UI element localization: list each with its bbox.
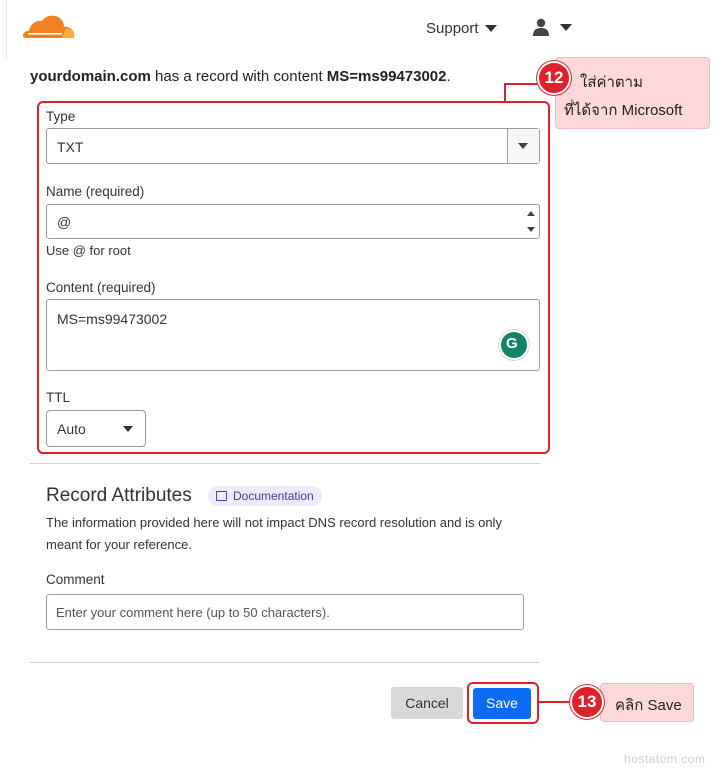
step-13-text: คลิก Save — [615, 697, 682, 714]
comment-label: Comment — [46, 572, 105, 587]
comment-input[interactable]: Enter your comment here (up to 50 charac… — [46, 594, 524, 630]
record-attributes-title: Record Attributes — [46, 485, 192, 506]
divider — [30, 662, 540, 663]
cloudflare-logo[interactable] — [22, 14, 76, 45]
step-12-badge: 12 — [537, 61, 571, 95]
domain-name: yourdomain.com — [30, 68, 151, 85]
record-summary: yourdomain.com has a record with content… — [30, 68, 451, 85]
caret-down-icon — [560, 23, 572, 31]
step-12-text-line1: ใส่ค่าตาม — [580, 74, 643, 91]
callout-connector — [504, 83, 540, 85]
summary-period: . — [446, 68, 451, 85]
documentation-label: Documentation — [233, 489, 314, 503]
callout-connector — [537, 701, 573, 703]
divider — [30, 463, 540, 464]
divider — [6, 0, 7, 60]
caret-down-icon — [484, 25, 497, 32]
callout-connector — [504, 83, 506, 102]
book-icon — [216, 491, 227, 501]
documentation-link[interactable]: Documentation — [208, 486, 322, 506]
support-label: Support — [426, 20, 479, 37]
record-content: MS=ms99473002 — [326, 68, 447, 85]
step-13-callout: คลิก Save — [600, 683, 694, 722]
top-bar — [0, 0, 720, 60]
cancel-button[interactable]: Cancel — [391, 687, 463, 719]
summary-text: has a record with content — [150, 68, 327, 85]
save-highlight — [467, 682, 539, 724]
step-12-callout: ใส่ค่าตาม ที่ได้จาก Microsoft — [555, 57, 710, 129]
watermark: hostatom.com — [624, 752, 706, 766]
user-menu[interactable] — [532, 18, 572, 36]
record-attributes-description: The information provided here will not i… — [46, 515, 502, 552]
step-12-text-line2: ที่ได้จาก Microsoft — [564, 102, 683, 119]
step-13-badge: 13 — [570, 685, 604, 719]
support-menu[interactable]: Support — [426, 20, 497, 37]
form-highlight — [37, 101, 550, 454]
comment-placeholder: Enter your comment here (up to 50 charac… — [56, 605, 330, 620]
user-icon — [533, 18, 549, 36]
